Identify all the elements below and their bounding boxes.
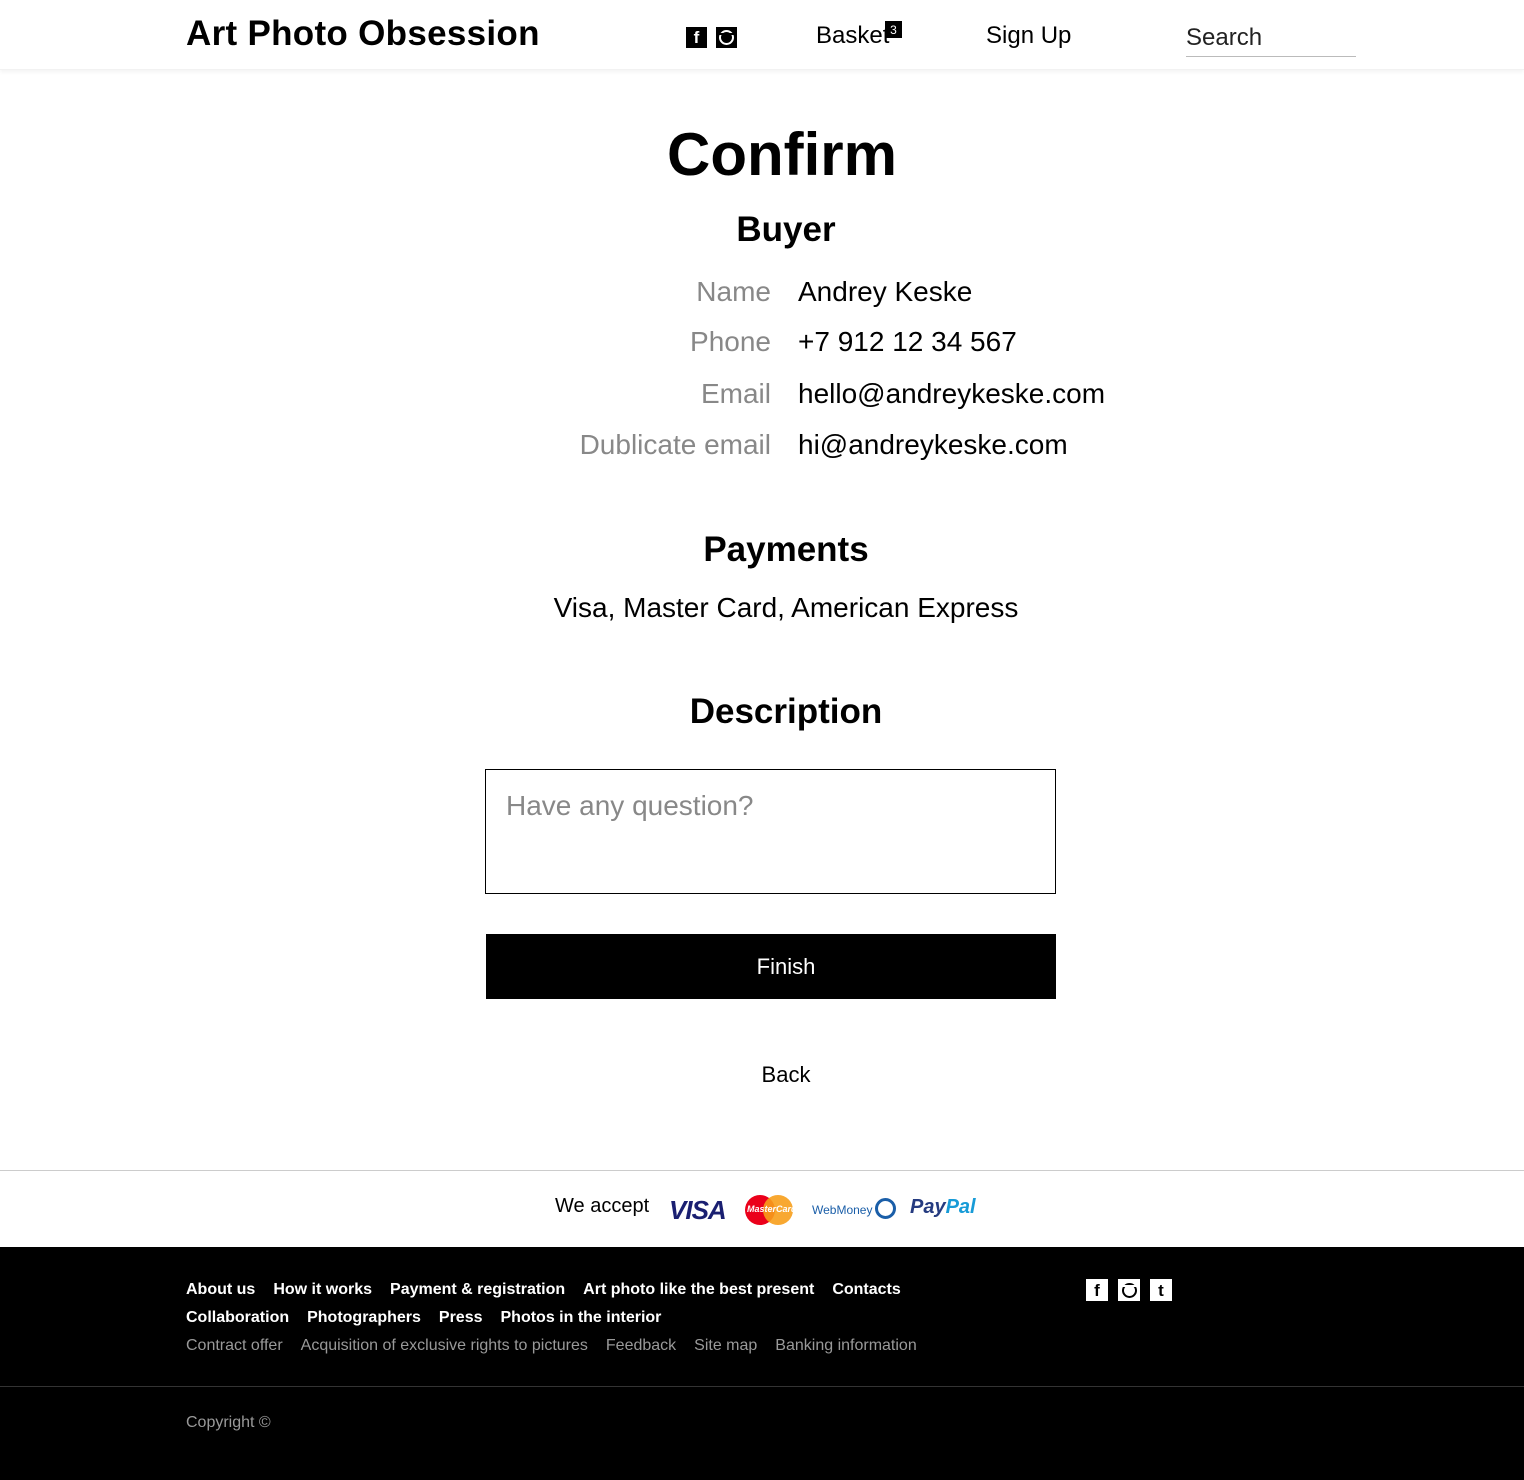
- site-footer: About us How it works Payment & registra…: [0, 1247, 1524, 1480]
- search-input[interactable]: [1186, 20, 1356, 57]
- header-social-links: f: [686, 27, 737, 48]
- footer-link-banking[interactable]: Banking information: [775, 1337, 916, 1355]
- email-label: Email: [700, 378, 771, 409]
- footer-link-contract[interactable]: Contract offer: [186, 1337, 283, 1355]
- description-heading: Description: [689, 692, 883, 731]
- name-label: Name: [696, 276, 771, 307]
- buyer-heading: Buyer: [736, 210, 836, 249]
- back-link[interactable]: Back: [0, 1062, 1524, 1088]
- footer-link-about[interactable]: About us: [186, 1281, 255, 1299]
- footer-links-legal: Contract offer Acquisition of exclusive …: [186, 1337, 935, 1355]
- webmoney-globe-icon: [875, 1198, 896, 1219]
- footer-link-feedback[interactable]: Feedback: [606, 1337, 676, 1355]
- footer-links-secondary: Collaboration Photographers Press Photos…: [186, 1309, 679, 1327]
- footer-link-collaboration[interactable]: Collaboration: [186, 1309, 289, 1327]
- tumblr-icon[interactable]: t: [1150, 1279, 1172, 1301]
- phone-label: Phone: [690, 326, 771, 357]
- footer-link-photographers[interactable]: Photographers: [307, 1309, 421, 1327]
- footer-link-photos-interior[interactable]: Photos in the interior: [501, 1309, 662, 1327]
- paypal-logo: PayPal: [910, 1196, 976, 1218]
- page-title: Confirm: [667, 121, 897, 188]
- basket-link[interactable]: Basket: [816, 22, 889, 50]
- basket-count-badge: 3: [885, 21, 902, 38]
- webmoney-logo: WebMoney: [812, 1203, 873, 1217]
- duplicate-email-value: hi@andreykeske.com: [798, 429, 1068, 460]
- copyright-text: Copyright ©: [186, 1414, 271, 1431]
- payment-methods-text: Visa, Master Card, American Express: [553, 592, 1019, 623]
- instagram-icon[interactable]: [716, 27, 737, 48]
- visa-logo: VISA: [669, 1195, 727, 1225]
- we-accept-label: We accept: [555, 1195, 650, 1217]
- footer-link-how-it-works[interactable]: How it works: [273, 1281, 372, 1299]
- footer-divider: [0, 1386, 1524, 1387]
- footer-link-press[interactable]: Press: [439, 1309, 483, 1327]
- footer-link-payment[interactable]: Payment & registration: [390, 1281, 565, 1299]
- footer-social-links: f t: [1086, 1279, 1172, 1301]
- facebook-icon[interactable]: f: [1086, 1279, 1108, 1301]
- finish-button[interactable]: Finish: [486, 934, 1056, 999]
- question-textarea[interactable]: [485, 769, 1056, 894]
- mastercard-logo: MasterCard: [745, 1195, 797, 1225]
- site-logo[interactable]: Art Photo Obsession: [186, 14, 540, 54]
- email-value: hello@andreykeske.com: [798, 378, 1106, 409]
- phone-value: +7 912 12 34 567: [798, 326, 1017, 357]
- payment-logos-strip: We accept VISA MasterCard WebMoney PayPa…: [0, 1170, 1524, 1247]
- footer-link-contacts[interactable]: Contacts: [832, 1281, 900, 1299]
- footer-link-best-present[interactable]: Art photo like the best present: [583, 1281, 814, 1299]
- footer-links-primary: About us How it works Payment & registra…: [186, 1281, 919, 1299]
- footer-link-sitemap[interactable]: Site map: [694, 1337, 757, 1355]
- footer-link-exclusive-rights[interactable]: Acquisition of exclusive rights to pictu…: [301, 1337, 588, 1355]
- site-header: Art Photo Obsession f Basket 3 Sign Up: [0, 0, 1524, 70]
- payments-heading: Payments: [703, 530, 869, 569]
- duplicate-email-label: Dublicate email: [579, 429, 771, 460]
- signup-link[interactable]: Sign Up: [986, 22, 1071, 50]
- instagram-icon[interactable]: [1118, 1279, 1140, 1301]
- name-value: Andrey Keske: [798, 276, 973, 307]
- facebook-icon[interactable]: f: [686, 27, 707, 48]
